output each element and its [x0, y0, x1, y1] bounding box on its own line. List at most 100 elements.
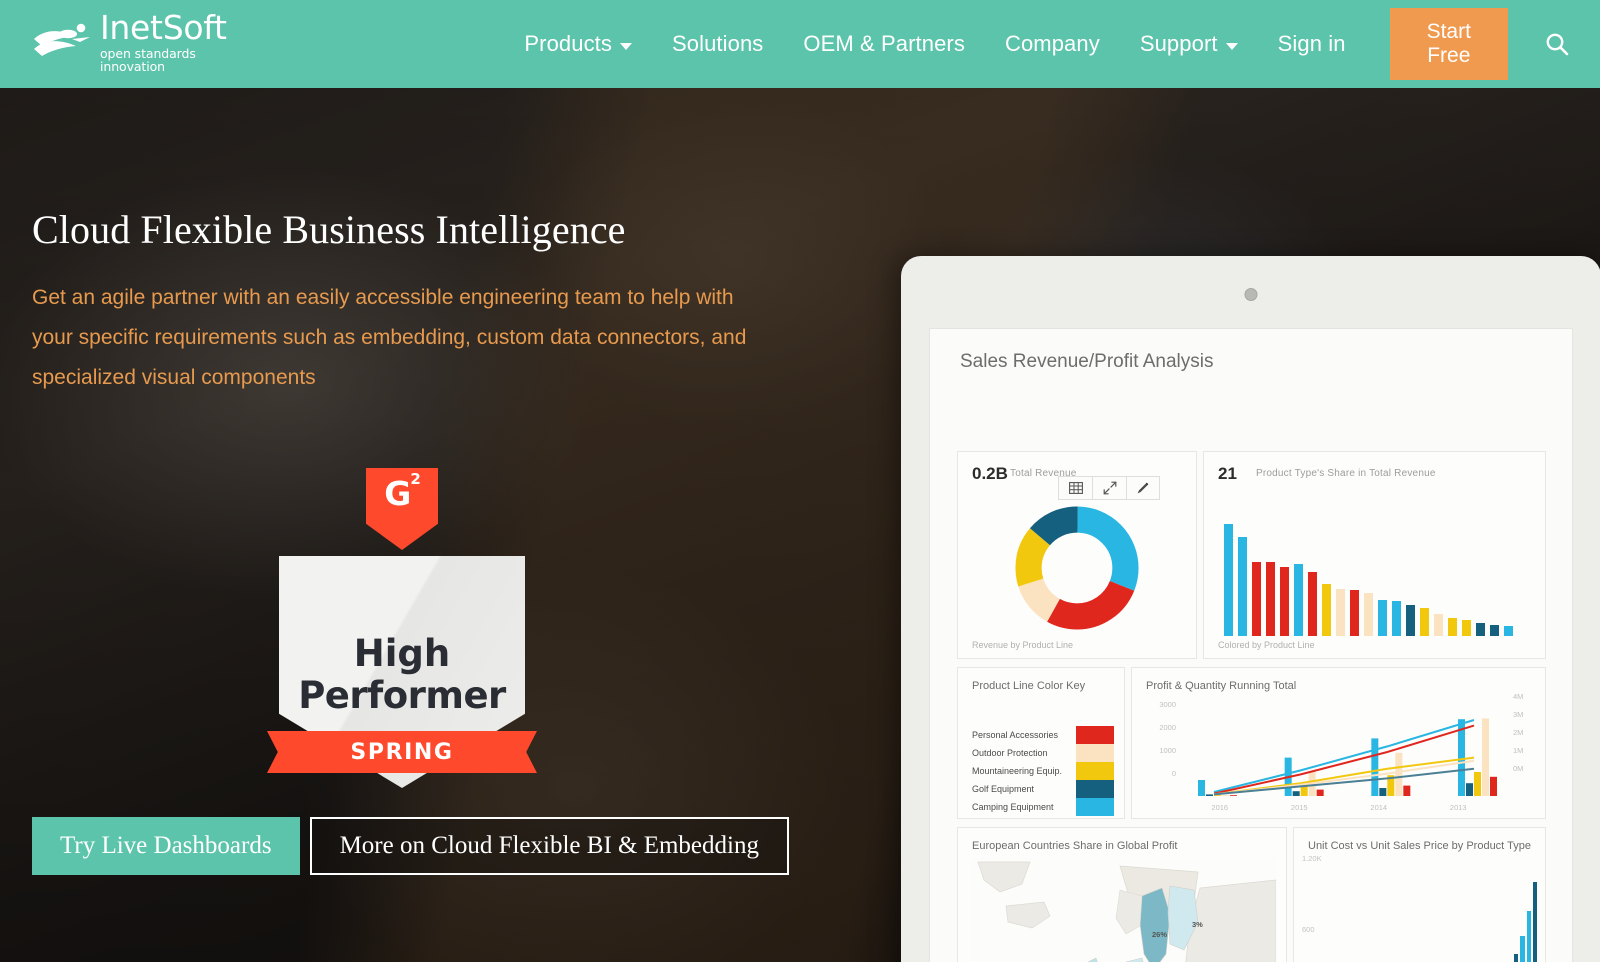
expand-button[interactable] [1092, 476, 1126, 500]
top-navigation-bar: InetSoft open standards innovation Produ… [0, 0, 1600, 88]
hero-section: Cloud Flexible Business Intelligence Get… [0, 88, 1600, 962]
map-region-value: 3% [1192, 920, 1203, 929]
unit-chart-title: Unit Cost vs Unit Sales Price by Product… [1308, 840, 1531, 852]
legend-item-label: Mountaineering Equip. [972, 766, 1063, 776]
nav-label-sign-in: Sign in [1277, 31, 1346, 56]
edit-button[interactable] [1126, 476, 1160, 500]
legend-item: Camping Equipment [972, 798, 1114, 816]
axis-tick: 2M [1513, 728, 1524, 737]
bar [1378, 600, 1387, 636]
legend-item: Golf Equipment [972, 780, 1114, 798]
expand-icon [1103, 481, 1116, 495]
legend-item-label: Personal Accessories [972, 730, 1059, 740]
legend-item: Outdoor Protection [972, 744, 1114, 762]
bar [1266, 562, 1275, 636]
search-button[interactable] [1544, 31, 1570, 57]
more-on-cloud-flexible-bi-button[interactable]: More on Cloud Flexible BI & Embedding [309, 817, 789, 875]
axis-tick: 1000 [1159, 746, 1176, 755]
running-total-y-axis-left: 3000 2000 1000 0 [1142, 700, 1176, 792]
hero-subtitle: Get an agile partner with an easily acce… [32, 286, 747, 389]
bar [1406, 604, 1415, 636]
bar [1462, 620, 1471, 636]
panel-product-type-share[interactable]: 21 Product Type's Share in Total Revenue… [1203, 451, 1546, 659]
bars-panel-footer: Colored by Product Line [1218, 640, 1315, 650]
running-total-bar [1316, 789, 1324, 796]
bar [1294, 564, 1303, 636]
unit-cost-bar-chart [1328, 882, 1537, 962]
axis-tick: 4M [1513, 692, 1524, 701]
europe-map-svg [970, 858, 1277, 962]
badge-season-ribbon: SPRING [267, 731, 537, 773]
nav-item-company[interactable]: Company [1005, 31, 1100, 57]
bar [1476, 622, 1485, 636]
running-total-bar [1198, 780, 1205, 796]
running-total-bar [1395, 752, 1403, 796]
badge-line-2: Performer [298, 674, 506, 717]
chevron-down-icon [1225, 42, 1238, 50]
nav-item-solutions[interactable]: Solutions [672, 31, 763, 57]
donut-chart [1013, 504, 1141, 637]
bar [1448, 618, 1457, 636]
axis-tick: 3000 [1159, 700, 1176, 709]
running-total-bar [1474, 772, 1481, 796]
running-total-line [1213, 759, 1475, 796]
unit-chart-y-axis: 1.20K6001 [1302, 854, 1322, 962]
axis-tick: 0 [1171, 769, 1176, 778]
g2-logo-icon: G2 [366, 468, 438, 550]
running-total-bar [1222, 795, 1229, 796]
bar [1532, 882, 1537, 962]
site-logo[interactable]: InetSoft open standards innovation [32, 11, 256, 73]
bar [1224, 524, 1233, 636]
bars-kpi-label: Product Type's Share in Total Revenue [1256, 468, 1436, 479]
panel-unit-cost-vs-price[interactable]: Unit Cost vs Unit Sales Price by Product… [1293, 827, 1546, 962]
nav-item-sign-in[interactable]: Sign in [1278, 31, 1346, 57]
panel-product-line-color-key[interactable]: Product Line Color Key Personal Accessor… [957, 667, 1125, 819]
g2-brand-superscript: 2 [410, 470, 420, 488]
bar [1336, 588, 1345, 636]
tablet-camera-dot [1244, 288, 1258, 301]
search-icon [1546, 33, 1569, 56]
legend-color-swatch [1076, 798, 1114, 816]
edit-pencil-icon [1137, 482, 1149, 494]
show-as-table-button[interactable] [1058, 476, 1092, 500]
map-region-value: 26% [1152, 930, 1168, 939]
axis-tick: 2000 [1159, 723, 1176, 732]
running-total-bar [1466, 783, 1473, 796]
tablet-device-mockup: Sales Revenue/Profit Analysis 0.2B Total… [901, 256, 1600, 962]
bar [1280, 566, 1289, 636]
primary-nav-links: Products Solutions OEM & Partners Compan… [524, 8, 1600, 80]
panel-european-countries-share[interactable]: European Countries Share in Global Profi… [957, 827, 1287, 962]
axis-tick: 2013 [1449, 803, 1467, 812]
badge-line-1: High [353, 632, 451, 675]
show-as-table-icon [1068, 482, 1083, 494]
nav-item-support[interactable]: Support [1140, 31, 1238, 57]
legend-item-label: Camping Equipment [972, 802, 1054, 812]
page-title: Cloud Flexible Business Intelligence [32, 207, 626, 252]
legend-list: Personal Accessories Outdoor Protection Mo… [972, 726, 1114, 816]
donut-panel-footer: Revenue by Product Line [972, 640, 1074, 650]
legend-item: Mountaineering Equip. [972, 762, 1114, 780]
legend-color-swatch [1076, 744, 1114, 762]
running-total-title: Profit & Quantity Running Total [1146, 680, 1297, 692]
bar [1364, 593, 1373, 636]
running-total-bar [1482, 718, 1489, 796]
running-total-x-axis: 2016 2015 2014 2013 [1180, 803, 1498, 812]
nav-item-products[interactable]: Products [524, 31, 632, 57]
nav-item-oem-partners[interactable]: OEM & Partners [803, 31, 965, 57]
bar [1526, 911, 1531, 962]
g2-brand-letter: G [384, 474, 411, 513]
axis-tick: 2015 [1290, 803, 1308, 812]
panel-revenue-by-product-line[interactable]: 0.2B Total Revenue Revenue by Product Li… [957, 451, 1197, 659]
bar [1514, 953, 1519, 962]
try-live-dashboards-button[interactable]: Try Live Dashboards [32, 817, 300, 875]
product-type-bar-chart [1224, 524, 1534, 636]
running-total-bar [1490, 776, 1497, 796]
running-total-bar [1206, 794, 1213, 796]
running-total-line [1213, 719, 1475, 793]
axis-tick: 3M [1513, 710, 1524, 719]
donut-chart-svg [1015, 506, 1139, 630]
start-free-button[interactable]: Start Free [1389, 8, 1508, 80]
map-title: European Countries Share in Global Profi… [972, 840, 1178, 852]
panel-profit-quantity-running-total[interactable]: Profit & Quantity Running Total 3000 2000… [1131, 667, 1546, 819]
legend-color-swatch [1076, 780, 1114, 798]
